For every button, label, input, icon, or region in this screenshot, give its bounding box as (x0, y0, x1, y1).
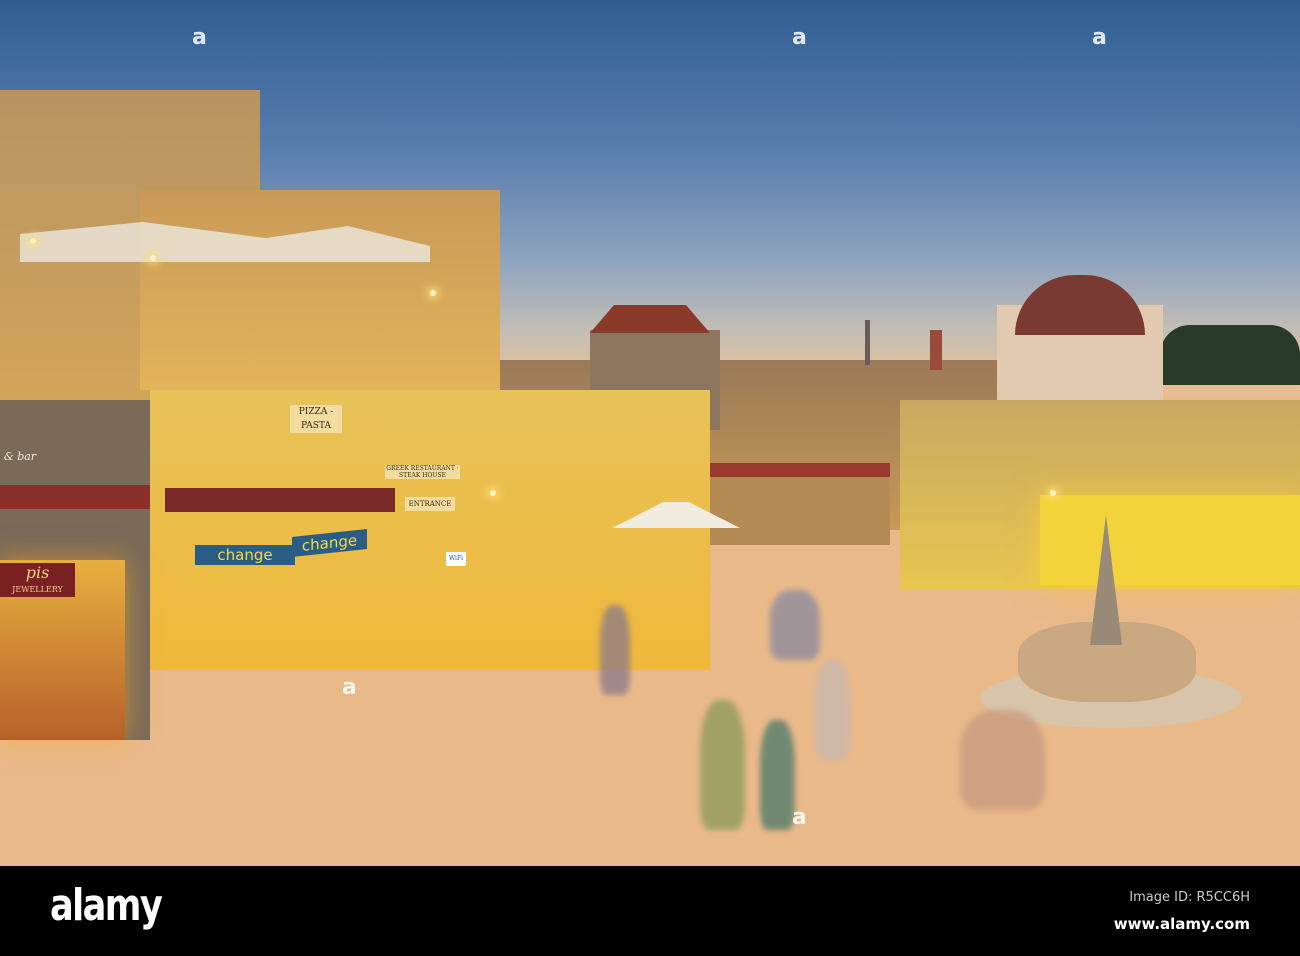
alamy-logo: alamy (50, 880, 163, 931)
lamp (30, 238, 36, 244)
minaret (865, 320, 870, 365)
lamp (430, 290, 436, 296)
watermark: a (792, 25, 807, 50)
blurred-pedestrian (770, 590, 820, 660)
lamp (150, 255, 156, 261)
trees-right (1160, 325, 1300, 385)
red-tile-roof (165, 488, 395, 512)
jewellery-brand-sign: pis (0, 563, 75, 583)
pizza-pasta-sign: PIZZA - PASTA (290, 405, 342, 433)
blurred-pedestrian (960, 710, 1045, 810)
blurred-pedestrian (700, 700, 745, 830)
clock-tower (930, 330, 942, 370)
lamp (490, 490, 496, 496)
footer-bar (0, 866, 1300, 956)
mid-awning (700, 463, 890, 477)
site-url: www.alamy.com (1113, 915, 1250, 933)
blurred-pedestrian (815, 660, 850, 760)
dome (1015, 275, 1145, 335)
left-building (140, 190, 500, 390)
change-sign: change (195, 545, 295, 565)
red-tile-roof-left (0, 485, 150, 509)
watermark: a (1092, 25, 1107, 50)
watermark: a (192, 25, 207, 50)
image-id: Image ID: R5CC6H (1129, 890, 1250, 905)
blurred-pedestrian (600, 605, 630, 695)
restaurant-sign: GREEK RESTAURANT · STEAK HOUSE (385, 465, 460, 479)
photo-old-town-square-dusk: PIZZA - PASTA GREEK RESTAURANT · STEAK H… (0, 0, 1300, 866)
watermark: a (342, 675, 357, 700)
bar-sign: & bar (3, 450, 37, 463)
lamp (1050, 490, 1056, 496)
blurred-pedestrian (760, 720, 795, 830)
mid-shops (700, 470, 890, 545)
entrance-sign: ENTRANCE (405, 497, 455, 511)
watermark: a (792, 805, 807, 830)
right-shop-lit (1040, 495, 1300, 585)
red-roof (590, 305, 710, 333)
wifi-sign: WiFi (446, 552, 466, 566)
jewellery-sign: JEWELLERY (0, 583, 75, 597)
